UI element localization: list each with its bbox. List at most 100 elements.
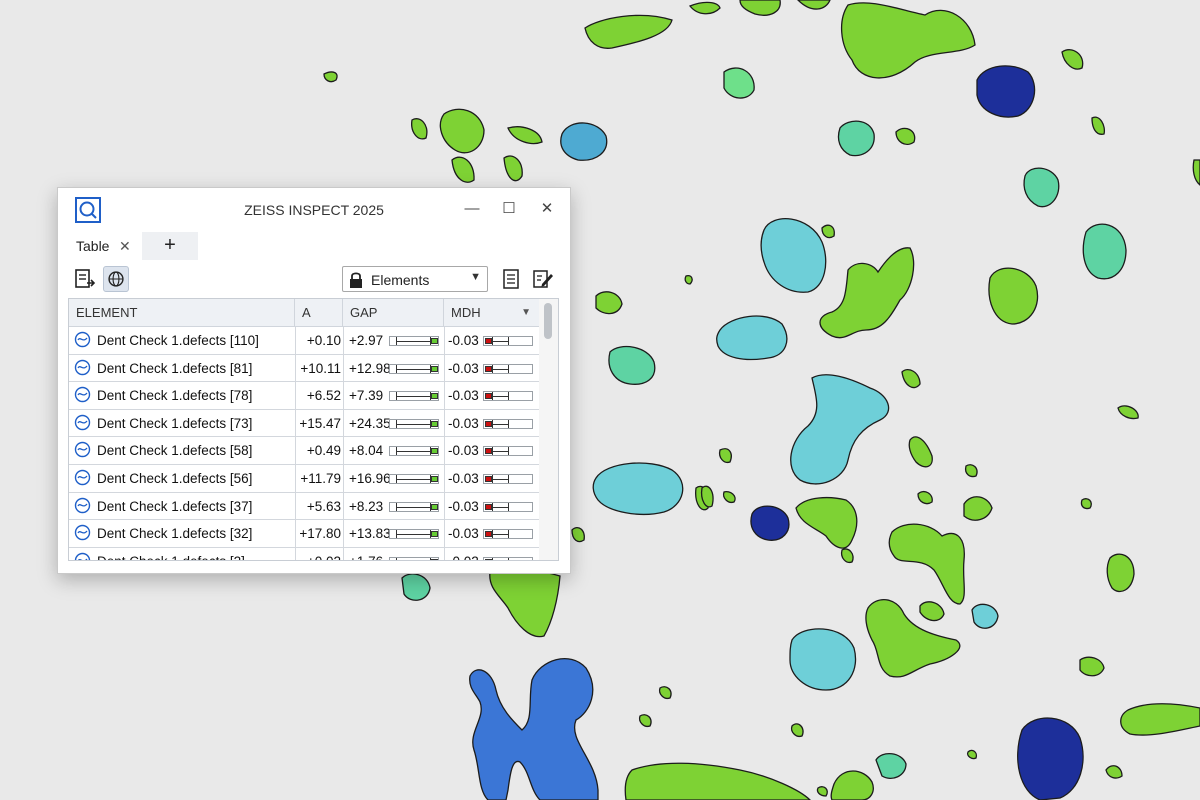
defect-blob[interactable] (560, 122, 608, 161)
defect-blob[interactable] (507, 126, 543, 145)
globe-icon[interactable] (103, 266, 129, 292)
defect-blob[interactable] (608, 345, 656, 385)
defect-blob[interactable] (819, 247, 915, 339)
minimize-button[interactable]: — (461, 198, 483, 220)
defect-blob[interactable] (584, 14, 673, 49)
element-name: Dent Check 1.defects [37] (97, 498, 253, 514)
defect-blob[interactable] (1091, 116, 1106, 135)
defect-blob[interactable] (797, 0, 831, 10)
defect-blob[interactable] (841, 2, 976, 79)
defect-blob[interactable] (638, 714, 652, 728)
defect-blob[interactable] (595, 291, 623, 315)
defect-blob[interactable] (592, 462, 684, 515)
defect-blob[interactable] (1120, 703, 1200, 736)
defect-blob[interactable] (624, 762, 811, 800)
vertical-scrollbar[interactable] (539, 299, 558, 560)
defect-blob[interactable] (1023, 167, 1060, 208)
dropdown-value: Elements (371, 272, 430, 288)
defect-blob[interactable] (966, 749, 978, 760)
defect-blob[interactable] (489, 568, 561, 638)
table-row[interactable]: Dent Check 1.defects [32] +17.80 +13.83 -0.… (69, 520, 539, 548)
defect-blob[interactable] (684, 274, 693, 285)
list-view-icon[interactable] (498, 266, 524, 292)
defect-blob[interactable] (837, 120, 875, 157)
defect-blob[interactable] (688, 1, 721, 15)
close-button[interactable]: ✕ (536, 198, 558, 220)
defect-blob[interactable] (963, 496, 993, 521)
defect-blob[interactable] (760, 218, 827, 293)
table-row[interactable]: Dent Check 1.defects [81] +10.11 +12.98 -0.… (69, 355, 539, 383)
element-name: Dent Check 1.defects [56] (97, 470, 253, 486)
element-name: Dent Check 1.defects [78] (97, 388, 253, 404)
defect-blob[interactable] (1079, 656, 1105, 677)
defect-blob[interactable] (1080, 498, 1092, 510)
tab-table[interactable]: Table ✕ (67, 232, 142, 260)
defect-blob[interactable] (571, 526, 585, 543)
edit-note-icon[interactable] (530, 266, 556, 292)
defect-blob[interactable] (323, 71, 338, 83)
defect-blob[interactable] (1082, 223, 1127, 280)
defect-blob[interactable] (830, 770, 874, 800)
table-row[interactable]: Dent Check 1.defects [73] +15.47 +24.35 -0.… (69, 410, 539, 438)
gap-tolerance-gauge (389, 529, 439, 540)
element-filter-dropdown[interactable]: Elements ▼ (342, 266, 488, 292)
defect-blob[interactable] (875, 753, 907, 779)
defect-blob[interactable] (658, 686, 672, 700)
column-header-gap[interactable]: GAP (343, 299, 444, 326)
defect-blob[interactable] (1117, 405, 1139, 420)
defect-blob[interactable] (439, 108, 485, 154)
defect-blob[interactable] (411, 118, 428, 140)
table-row[interactable]: Dent Check 1.defects [2] +0.02 +1.76 -0.02 (69, 548, 539, 560)
column-header-mdh[interactable]: MDH ▼ (444, 299, 539, 326)
table-row[interactable]: Dent Check 1.defects [58] +0.49 +8.04 -0.03 (69, 437, 539, 465)
defect-blob[interactable] (1106, 553, 1135, 593)
defect-blob[interactable] (840, 548, 854, 564)
table-row[interactable]: Dent Check 1.defects [110] +0.10 +2.97 -0.0… (69, 327, 539, 355)
defect-blob[interactable] (790, 723, 804, 738)
defect-blob[interactable] (917, 490, 933, 505)
title-bar[interactable]: ZEISS INSPECT 2025 — ☐ ✕ (58, 188, 570, 230)
defect-blob[interactable] (976, 65, 1036, 118)
defect-blob[interactable] (722, 490, 736, 504)
table-row[interactable]: Dent Check 1.defects [56] +11.79 +16.96 -0.… (69, 465, 539, 493)
tab-close-icon[interactable]: ✕ (119, 232, 131, 260)
column-header-element[interactable]: ELEMENT (69, 299, 295, 326)
defect-blob[interactable] (739, 0, 781, 16)
sort-desc-icon[interactable]: ▼ (521, 299, 531, 326)
defect-blob[interactable] (1192, 159, 1200, 186)
defect-blob[interactable] (750, 505, 790, 541)
defect-blob[interactable] (401, 573, 431, 601)
defect-blob[interactable] (988, 267, 1039, 325)
defect-blob[interactable] (908, 436, 933, 468)
table-row[interactable]: Dent Check 1.defects [78] +6.52 +7.39 -0.03 (69, 382, 539, 410)
defect-blob[interactable] (718, 448, 732, 464)
maximize-button[interactable]: ☐ (498, 198, 520, 220)
scrollbar-thumb[interactable] (544, 303, 552, 339)
column-header-a[interactable]: A (295, 299, 343, 326)
defect-blob[interactable] (971, 603, 999, 629)
defect-blob[interactable] (816, 786, 828, 797)
defect-blob[interactable] (895, 127, 916, 146)
defect-blob[interactable] (865, 599, 961, 678)
defect-blob[interactable] (716, 315, 788, 361)
defect-blob[interactable] (723, 67, 755, 99)
defect-blob[interactable] (451, 156, 475, 183)
add-tab-button[interactable]: + (142, 232, 198, 260)
value-mdh: -0.03 (448, 333, 479, 348)
defect-blob[interactable] (1061, 49, 1084, 70)
defect-blob[interactable] (469, 658, 599, 800)
defect-blob[interactable] (821, 224, 835, 239)
defect-blob[interactable] (503, 155, 523, 182)
defect-blob[interactable] (901, 369, 921, 389)
export-table-icon[interactable] (72, 266, 98, 292)
defect-blob[interactable] (919, 601, 945, 622)
defect-blob[interactable] (888, 523, 965, 605)
value-gap: +7.39 (349, 388, 384, 404)
defect-blob[interactable] (789, 628, 857, 691)
defect-blob[interactable] (1017, 717, 1084, 800)
defect-blob[interactable] (964, 464, 978, 478)
defect-blob[interactable] (795, 496, 858, 549)
table-row[interactable]: Dent Check 1.defects [37] +5.63 +8.23 -0.03 (69, 493, 539, 521)
defect-blob[interactable] (790, 374, 890, 485)
defect-blob[interactable] (1105, 765, 1123, 779)
